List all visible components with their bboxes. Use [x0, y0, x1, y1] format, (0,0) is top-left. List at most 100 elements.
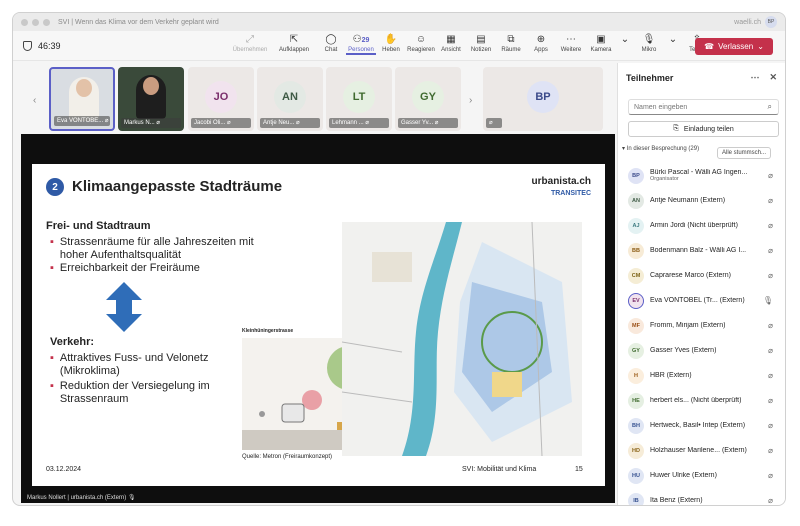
participant-name: Hertweck, Basil• Intep (Extern) — [650, 422, 756, 429]
toolbar-notizen-button[interactable]: ▤ Notizen — [466, 33, 496, 55]
toolbar-räume-button[interactable]: ⧉ Räume — [496, 33, 526, 55]
person-video — [69, 77, 99, 121]
camera-button[interactable]: ▣ Kamera — [583, 33, 619, 53]
participant-avatar: AN — [628, 192, 644, 209]
participant-row[interactable]: HE herbert els... (Nicht überprüft) ⌀ — [618, 388, 785, 413]
toolbar-icon: ☺ — [415, 34, 427, 45]
mic-off-icon: ⌀ — [768, 321, 773, 330]
participant-name-text: Bürki Pascal - Wälli AG Ingen... — [650, 169, 748, 176]
participant-row[interactable]: IB Ita Benz (Extern) ⌀ — [618, 488, 785, 505]
tile-name: Lehmann ... ⌀ — [329, 118, 389, 128]
mic-button[interactable]: 🎙 Mikro — [631, 33, 667, 53]
chevron-left-icon[interactable]: ‹ — [33, 95, 36, 106]
video-tile[interactable]: AN Antje Neu... ⌀ — [257, 67, 323, 131]
presentation-slide: 2 Klimaangepasste Stadträume urbanista.c… — [32, 164, 605, 486]
city-plan-map — [342, 222, 582, 456]
toolbar-label: Reagieren — [407, 47, 435, 53]
participant-row[interactable]: BP Bürki Pascal - Wälli AG Ingen... Organi… — [618, 163, 785, 188]
participant-row[interactable]: HU Huwer Ulrike (Extern) ⌀ — [618, 463, 785, 488]
toolbar-personen-button[interactable]: ⚇29 Personen — [346, 33, 376, 55]
tile-name-text: Jacobi Oli... — [194, 120, 226, 126]
more-options-icon[interactable]: ⋯ — [750, 72, 759, 83]
participant-avatar: HD — [628, 442, 644, 459]
leave-button[interactable]: ☎ Verlassen ⌄ — [695, 38, 773, 55]
mic-options-chevron[interactable]: ⌄ — [667, 33, 679, 53]
chevron-right-icon[interactable]: › — [469, 95, 472, 106]
participant-search-input[interactable]: Namen eingeben ⌕ — [628, 99, 779, 115]
participant-avatar: HE — [628, 392, 644, 409]
mic-icon: 🎙 — [762, 296, 773, 305]
participant-row[interactable]: AJ Armin Jordi (Nicht überprüft) ⌀ — [618, 213, 785, 238]
video-tile[interactable]: GY Gasser Yv... ⌀ — [395, 67, 461, 131]
toolbar-label: Heben — [382, 47, 400, 53]
participant-row[interactable]: MF Fromm, Mirijam (Extern) ⌀ — [618, 313, 785, 338]
mic-off-icon: ⌀ — [768, 246, 773, 255]
tile-name: Antje Neu... ⌀ — [260, 118, 320, 128]
mute-all-button[interactable]: Alle stummsch... — [716, 147, 771, 159]
video-tile[interactable]: JO Jacobi Oli... ⌀ — [188, 67, 254, 131]
participant-name-text: Hertweck, Basil• Intep (Extern) — [650, 422, 746, 429]
toolbar-heben-button[interactable]: ✋ Heben — [376, 33, 406, 55]
brand-logo: urbanista.ch — [531, 176, 591, 187]
participant-avatar: BH — [628, 417, 644, 434]
participant-avatar: BB — [628, 242, 644, 259]
participant-avatar: H — [628, 367, 644, 384]
video-tile[interactable]: BP ⌀ — [483, 67, 603, 131]
tile-avatar: GY — [412, 81, 444, 113]
phone-hangup-icon: ☎ — [704, 42, 715, 51]
participant-name-text: Ita Benz (Extern) — [650, 497, 703, 504]
participant-row[interactable]: AN Antje Neumann (Extern) ⌀ — [618, 188, 785, 213]
toolbar-icon: ⇱ — [289, 34, 299, 45]
mic-off-icon: ⌀ — [768, 271, 773, 280]
tile-avatar: JO — [205, 81, 237, 113]
toolbar-ansicht-button[interactable]: ▦ Ansicht — [436, 33, 466, 55]
participant-name-text: Armin Jordi (Nicht überprüft) — [650, 222, 738, 229]
bullets-freiraum: ▪ Strassenräume für alle Jahreszeiten mit… — [50, 236, 254, 274]
mic-icon: 🎙 — [127, 495, 136, 501]
heading-verkehr: Verkehr: — [50, 336, 95, 348]
title-bar: SVI | Wenn das Klima vor dem Verkehr gep… — [13, 13, 785, 31]
share-invite-button[interactable]: ⎘ Einladung teilen — [628, 121, 779, 137]
toolbar-label: Übernehmen — [232, 47, 268, 53]
tile-name: Gasser Yv... ⌀ — [398, 118, 458, 128]
chevron-down-icon: ▾ — [622, 146, 626, 152]
slide-number-badge: 2 — [46, 178, 64, 196]
toolbar-weitere-button[interactable]: ⋯ Weitere — [556, 33, 586, 55]
tile-name-text: Gasser Yv... — [401, 120, 434, 126]
chevron-down-icon: ⌄ — [757, 42, 764, 51]
participant-row[interactable]: BB Bodenmann Balz - Wälli AG I... ⌀ — [618, 238, 785, 263]
window-controls[interactable] — [21, 18, 50, 26]
toolbar-apps-button[interactable]: ⊕ Apps — [526, 33, 556, 55]
participant-row[interactable]: CM Caprarese Marco (Extern) ⌀ — [618, 263, 785, 288]
participant-row[interactable]: EV Eva VONTOBEL (Tr... (Extern) 🎙 — [618, 288, 785, 313]
video-tile[interactable]: Markus N... ⌀ — [118, 67, 184, 131]
participant-row[interactable]: BH Hertweck, Basil• Intep (Extern) ⌀ — [618, 413, 785, 438]
toolbar-icon: ⤢ — [246, 34, 254, 45]
participant-name: Holzhauser Marilene... (Extern) — [650, 447, 756, 454]
camera-off-icon: ▣ — [596, 34, 606, 45]
participant-row[interactable]: H HBR (Extern) ⌀ — [618, 363, 785, 388]
toolbar-chat-button[interactable]: ◯ Chat — [316, 33, 346, 55]
mic-off-icon: ⌀ — [768, 371, 773, 380]
participant-name: Caprarese Marco (Extern) — [650, 272, 756, 279]
in-meeting-section[interactable]: ▾ In dieser Besprechung (29) Alle stumms… — [618, 145, 785, 163]
close-icon[interactable]: ✕ — [769, 72, 777, 83]
participant-row[interactable]: HD Holzhauser Marilene... (Extern) ⌀ — [618, 438, 785, 463]
participant-name-text: Gasser Yves (Extern) — [650, 347, 717, 354]
toolbar-icon: ◯ — [325, 34, 337, 45]
participant-row[interactable]: GY Gasser Yves (Extern) ⌀ — [618, 338, 785, 363]
account-avatar[interactable]: BP — [765, 16, 777, 28]
slide-page-number: 15 — [575, 466, 583, 473]
toolbar-icon: ⚇ — [352, 34, 362, 45]
toolbar-reagieren-button[interactable]: ☺ Reagieren — [406, 33, 436, 55]
toolbar-aufklappen-button[interactable]: ⇱ Aufklappen — [272, 33, 316, 55]
double-arrow-icon — [106, 282, 142, 332]
video-tile[interactable]: Eva VONTOBE... ⌀ — [49, 67, 115, 131]
mic-off-icon: 🎙 — [642, 34, 656, 45]
video-tile[interactable]: LT Lehmann ... ⌀ — [326, 67, 392, 131]
camera-options-chevron[interactable]: ⌄ — [619, 33, 631, 53]
toolbar-übernehmen-button[interactable]: ⤢ Übernehmen — [228, 33, 272, 55]
participant-name-text: Antje Neumann (Extern) — [650, 197, 726, 204]
tile-name: ⌀ — [486, 118, 502, 128]
tile-avatar: AN — [274, 81, 306, 113]
